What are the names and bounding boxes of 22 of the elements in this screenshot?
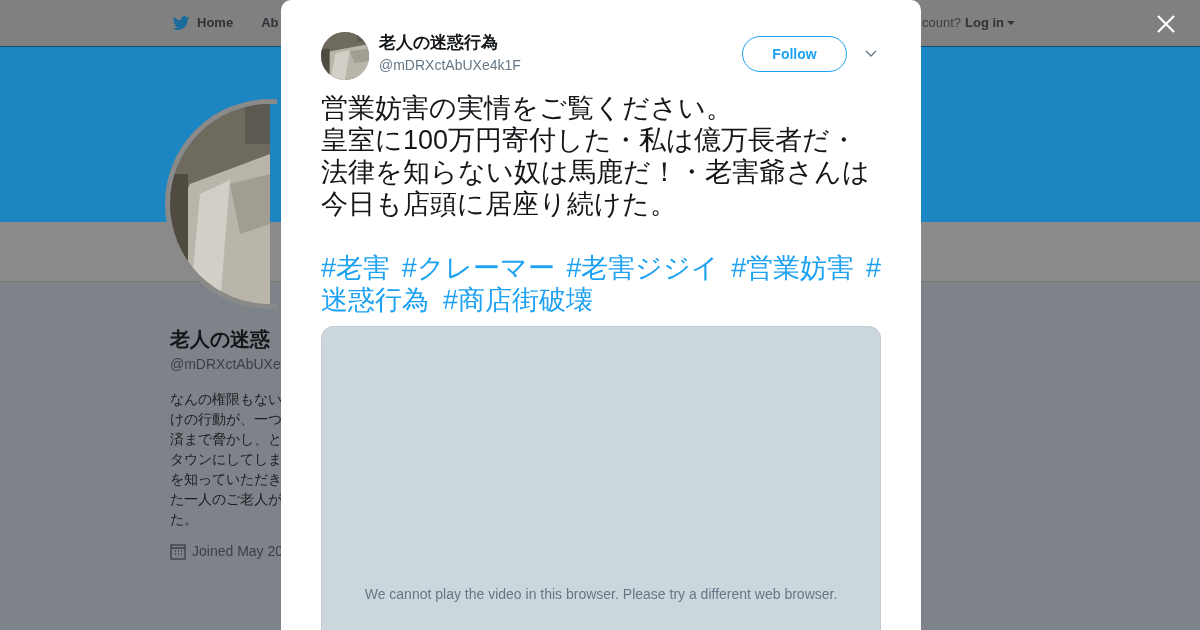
hashtag-link[interactable]: #商店街破壊 <box>443 284 594 316</box>
profile-handle: @mDRXctAbUXe <box>170 355 282 374</box>
hashtag-link[interactable]: 迷惑行為 <box>321 284 429 316</box>
about-link[interactable]: Ab <box>261 13 279 33</box>
author-name: 老人の迷惑行為 <box>379 32 499 54</box>
account-prompt: count? <box>921 14 961 33</box>
chevron-icon <box>865 50 877 58</box>
hashtag-link[interactable]: #クレーマー <box>401 252 555 284</box>
author-handle: @mDRXctAbUXe4k1F <box>379 56 521 75</box>
hashtag-link[interactable]: #老害 <box>321 252 391 284</box>
hashtag-link[interactable]: #老害ジジイ <box>566 252 720 284</box>
profile-name: 老人の迷惑 <box>170 327 271 352</box>
hashtag-link[interactable]: #営業妨害 <box>731 252 855 284</box>
hashtag-link[interactable]: # <box>865 252 881 284</box>
close-icon <box>1156 14 1176 34</box>
video-error-message: We cannot play the video in this browser. Please try a different web browser. <box>364 585 838 604</box>
tweet-text: 営業妨害の実情をご覧ください。 皇室に100万円寄付した・私は億万長者だ・ 法律を知らない奴は馬鹿だ！・老害爺さんは 今日も店頭に居座り続けた。 <box>321 92 871 220</box>
caret-icon <box>1007 21 1015 25</box>
bird-icon <box>171 14 191 32</box>
calendar-icon <box>170 543 186 560</box>
login-link[interactable]: Log in <box>965 13 1015 33</box>
home-link[interactable]: Home <box>197 13 234 33</box>
